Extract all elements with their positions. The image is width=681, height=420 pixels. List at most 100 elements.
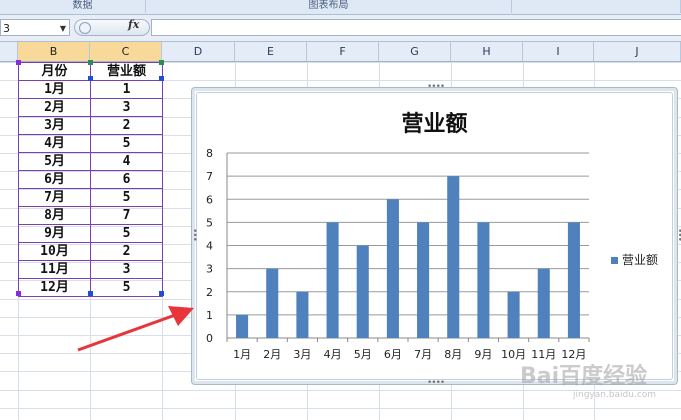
month-cell[interactable]: 1月 (18, 80, 91, 99)
selection-handle[interactable] (88, 291, 93, 296)
table-row: 7月 5 (18, 188, 163, 207)
name-box-value: 3 (3, 22, 10, 35)
table-row: 8月 7 (18, 206, 163, 225)
bar (417, 222, 430, 338)
table-row: 4月 5 (18, 134, 163, 153)
x-tick-label: 8月 (444, 348, 462, 361)
formula-input[interactable] (151, 19, 681, 36)
selection-handle[interactable] (159, 60, 164, 65)
revenue-cell[interactable]: 1 (90, 80, 163, 99)
chart-object[interactable]: 营业额 0 1 2 3 4 5 6 7 8 1月 2月 3月 4月 5月 6月 7月 8月 9月 10月 11月 12月… (189, 82, 681, 388)
table-row: 3月 2 (18, 116, 163, 135)
bar (236, 314, 249, 338)
column-header-row: B C D E F G H I J (0, 42, 681, 62)
column-header-corner[interactable] (0, 42, 18, 61)
revenue-cell[interactable]: 3 (90, 260, 163, 279)
x-tick-label: 6月 (384, 348, 402, 361)
resize-grip-icon[interactable]: •••• (427, 378, 445, 388)
y-tick-label: 1 (206, 309, 213, 322)
column-header-j[interactable]: J (594, 42, 681, 61)
ribbon-group-chart-layout[interactable]: 图表布局 (146, 0, 512, 13)
bar (477, 222, 490, 338)
column-header-f[interactable]: F (307, 42, 379, 61)
annotation-arrow-icon (77, 306, 194, 352)
month-cell[interactable]: 3月 (18, 116, 91, 135)
legend-label: 营业额 (622, 253, 659, 267)
selection-handle[interactable] (159, 76, 164, 81)
revenue-cell[interactable]: 2 (90, 242, 163, 261)
table-row: 5月 4 (18, 152, 163, 171)
bar (356, 245, 369, 338)
y-tick-label: 3 (206, 263, 213, 276)
name-box[interactable]: 3 ▼ (0, 19, 70, 36)
dropdown-arrow-icon[interactable]: ▼ (60, 20, 66, 37)
resize-grip-icon[interactable]: ••• (674, 228, 681, 241)
knob-icon[interactable] (79, 22, 91, 34)
month-cell[interactable]: 2月 (18, 98, 91, 117)
header-month-cell[interactable]: 月份 (18, 62, 91, 81)
bar (537, 268, 550, 338)
resize-grip-icon[interactable]: ••• (189, 228, 199, 241)
bar (447, 176, 460, 338)
y-tick-label: 7 (206, 170, 213, 183)
month-cell[interactable]: 12月 (18, 278, 91, 297)
revenue-cell[interactable]: 5 (90, 278, 163, 297)
revenue-cell[interactable]: 7 (90, 206, 163, 225)
column-header-d[interactable]: D (162, 42, 235, 61)
column-header-g[interactable]: G (379, 42, 451, 61)
resize-grip-icon[interactable]: •••• (427, 82, 445, 92)
ribbon-group-data[interactable]: 数据 (20, 0, 146, 13)
table-row: 11月 3 (18, 260, 163, 279)
ribbon: 数据 图表布局 (0, 0, 681, 15)
month-cell[interactable]: 7月 (18, 188, 91, 207)
header-revenue-cell[interactable]: 营业额 (90, 62, 163, 81)
watermark-logo: Bai百度经验 (520, 364, 648, 389)
revenue-cell[interactable]: 5 (90, 134, 163, 153)
bar (266, 268, 279, 338)
revenue-cell[interactable]: 6 (90, 170, 163, 189)
month-cell[interactable]: 8月 (18, 206, 91, 225)
selection-handle[interactable] (88, 60, 93, 65)
selection-handle[interactable] (16, 291, 21, 296)
revenue-cell[interactable]: 4 (90, 152, 163, 171)
column-header-c[interactable]: C (90, 42, 162, 61)
month-cell[interactable]: 10月 (18, 242, 91, 261)
month-cell[interactable]: 11月 (18, 260, 91, 279)
ribbon-group-extra[interactable] (512, 0, 681, 13)
revenue-cell[interactable]: 5 (90, 224, 163, 243)
column-header-h[interactable]: H (451, 42, 523, 61)
insert-function-icon[interactable]: fx (128, 18, 139, 31)
y-tick-label: 5 (206, 216, 213, 229)
revenue-cell[interactable]: 2 (90, 116, 163, 135)
month-cell[interactable]: 5月 (18, 152, 91, 171)
y-tick-label: 4 (206, 240, 213, 253)
column-header-b[interactable]: B (18, 42, 90, 61)
data-table: 月份 营业额 1月 1 2月 3 3月 2 4月 5 5月 4 6月 6 7月 5 8月 7 9月 5 10月 2 11月 3… (18, 62, 163, 297)
legend-swatch (611, 257, 618, 264)
month-cell[interactable]: 6月 (18, 170, 91, 189)
table-row: 10月 2 (18, 242, 163, 261)
table-row: 6月 6 (18, 170, 163, 189)
y-tick-label: 2 (206, 286, 213, 299)
month-cell[interactable]: 4月 (18, 134, 91, 153)
revenue-cell[interactable]: 5 (90, 188, 163, 207)
column-header-e[interactable]: E (235, 42, 307, 61)
chart-legend[interactable]: 营业额 (611, 251, 658, 268)
revenue-cell[interactable]: 3 (90, 98, 163, 117)
column-header-i[interactable]: I (523, 42, 594, 61)
table-row: 2月 3 (18, 98, 163, 117)
selection-handle[interactable] (16, 60, 21, 65)
month-cell[interactable]: 9月 (18, 224, 91, 243)
y-tick-label: 8 (206, 147, 213, 160)
grid-row-line (0, 408, 681, 409)
formula-bar: 3 ▼ fx (0, 15, 681, 42)
selection-handle[interactable] (159, 291, 164, 296)
y-tick-label: 0 (206, 332, 213, 345)
bar (567, 222, 580, 338)
selection-handle[interactable] (88, 76, 93, 81)
bar (296, 291, 309, 338)
x-tick-label: 7月 (414, 348, 432, 361)
bar (386, 199, 399, 338)
chart-plot[interactable]: 0123456781月 2月 3月 4月 5月 6月 7月 8月 9月 10月 11月 12月 (192, 88, 679, 386)
x-tick-label: 2月 (263, 348, 281, 361)
